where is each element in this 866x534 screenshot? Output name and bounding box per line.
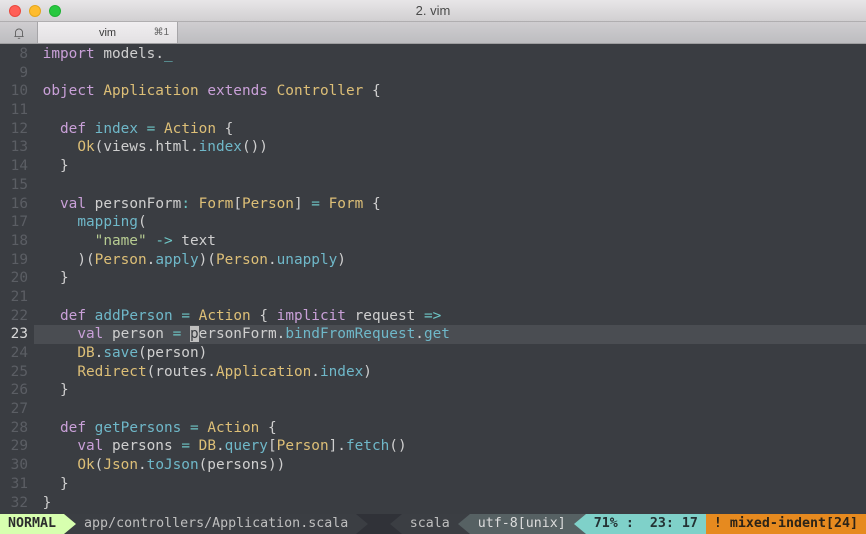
status-position: 71% : 23: 17 (586, 514, 706, 534)
code-line[interactable]: def getPersons = Action { (34, 419, 866, 438)
code-line[interactable]: import models._ (34, 45, 866, 64)
line-number: 15 (0, 176, 28, 195)
code-line[interactable]: "name" -> text (34, 232, 866, 251)
separator-icon (64, 514, 76, 534)
line-number: 21 (0, 288, 28, 307)
line-number: 9 (0, 64, 28, 83)
line-number: 18 (0, 232, 28, 251)
status-line: NORMAL app/controllers/Application.scala… (0, 514, 866, 534)
status-encoding: utf-8[unix] (470, 514, 574, 534)
separator-icon (356, 514, 368, 534)
separator-icon (458, 514, 470, 534)
code-line[interactable]: } (34, 494, 866, 513)
code-line[interactable]: object Application extends Controller { (34, 82, 866, 101)
window-title: 2. vim (0, 3, 866, 18)
code-line[interactable]: Ok(Json.toJson(persons)) (34, 456, 866, 475)
code-line[interactable] (34, 64, 866, 83)
code-line[interactable]: Redirect(routes.Application.index) (34, 363, 866, 382)
tab-bar: vim ⌘1 (0, 22, 866, 44)
code-line[interactable]: } (34, 157, 866, 176)
code-line[interactable]: } (34, 381, 866, 400)
status-filetype: scala (402, 514, 458, 534)
status-warning: ! mixed-indent[24] (706, 514, 866, 534)
tab-shortcut: ⌘1 (153, 27, 169, 38)
notifications-button[interactable] (0, 22, 38, 43)
code-line[interactable]: mapping( (34, 213, 866, 232)
editor[interactable]: 8910111213141516171819202122232425262728… (0, 44, 866, 514)
separator-icon (390, 514, 402, 534)
code-line[interactable]: } (34, 475, 866, 494)
line-number: 24 (0, 344, 28, 363)
line-number: 14 (0, 157, 28, 176)
line-number: 17 (0, 213, 28, 232)
status-gap (368, 514, 389, 534)
code-line[interactable] (34, 176, 866, 195)
code-line[interactable] (34, 101, 866, 120)
code-line[interactable]: def index = Action { (34, 120, 866, 139)
separator-icon (574, 514, 586, 534)
line-number: 23 (0, 325, 28, 344)
code-line[interactable]: )(Person.apply)(Person.unapply) (34, 251, 866, 270)
line-number: 26 (0, 381, 28, 400)
tab-vim[interactable]: vim ⌘1 (38, 22, 178, 43)
line-number: 22 (0, 307, 28, 326)
line-number: 30 (0, 456, 28, 475)
line-number: 28 (0, 419, 28, 438)
line-number: 12 (0, 120, 28, 139)
titlebar: 2. vim (0, 0, 866, 22)
line-number: 32 (0, 494, 28, 513)
line-number: 11 (0, 101, 28, 120)
code-line[interactable]: Ok(views.html.index()) (34, 138, 866, 157)
line-number: 29 (0, 437, 28, 456)
code-line[interactable]: val person = personForm.bindFromRequest.… (34, 325, 866, 344)
line-number: 8 (0, 45, 28, 64)
status-mode: NORMAL (0, 514, 64, 534)
line-number: 25 (0, 363, 28, 382)
code-line[interactable] (34, 288, 866, 307)
line-number: 20 (0, 269, 28, 288)
line-number: 27 (0, 400, 28, 419)
code-line[interactable]: def addPerson = Action { implicit reques… (34, 307, 866, 326)
line-number: 16 (0, 195, 28, 214)
code-area[interactable]: import models._ object Application exten… (34, 45, 866, 514)
code-line[interactable]: } (34, 269, 866, 288)
line-number: 10 (0, 82, 28, 101)
line-number-gutter: 8910111213141516171819202122232425262728… (0, 45, 34, 514)
line-number: 31 (0, 475, 28, 494)
code-line[interactable]: val persons = DB.query[Person].fetch() (34, 437, 866, 456)
line-number: 13 (0, 138, 28, 157)
tab-bar-rest (178, 22, 866, 43)
code-line[interactable]: DB.save(person) (34, 344, 866, 363)
line-number: 19 (0, 251, 28, 270)
code-line[interactable] (34, 400, 866, 419)
bell-icon (12, 26, 26, 40)
code-line[interactable]: val personForm: Form[Person] = Form { (34, 195, 866, 214)
status-file-path: app/controllers/Application.scala (76, 514, 356, 534)
